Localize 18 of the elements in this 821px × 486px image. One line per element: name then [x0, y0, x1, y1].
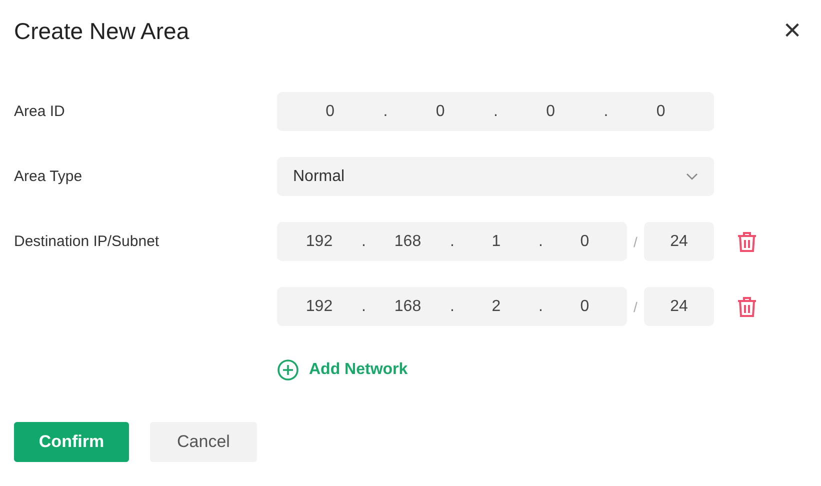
trash-icon[interactable] [737, 296, 757, 318]
field-label: Destination IP/Subnet [14, 233, 160, 250]
trash-icon[interactable] [737, 230, 757, 252]
plus-circle-icon [277, 359, 299, 381]
slash-separator: / [632, 234, 638, 250]
prefix-field[interactable]: 24 [644, 287, 714, 326]
area-type-select[interactable]: Normal [277, 157, 714, 196]
cancel-button[interactable]: Cancel [150, 422, 257, 462]
field-label: Area ID [14, 103, 66, 120]
field-label: Area Type [14, 168, 84, 185]
slash-separator: / [632, 298, 638, 314]
ip-address-field[interactable]: 192 . 168 . 1 . 0 [277, 222, 627, 261]
close-button[interactable]: × [777, 16, 807, 46]
chevron-down-icon [686, 173, 698, 180]
ip-address-field[interactable]: 192 . 168 . 2 . 0 [277, 287, 627, 326]
prefix-field[interactable]: 24 [644, 222, 714, 261]
dialog-title: Create New Area [14, 18, 190, 44]
area-id-field[interactable]: 0 . 0 . 0 . 0 [277, 92, 714, 131]
